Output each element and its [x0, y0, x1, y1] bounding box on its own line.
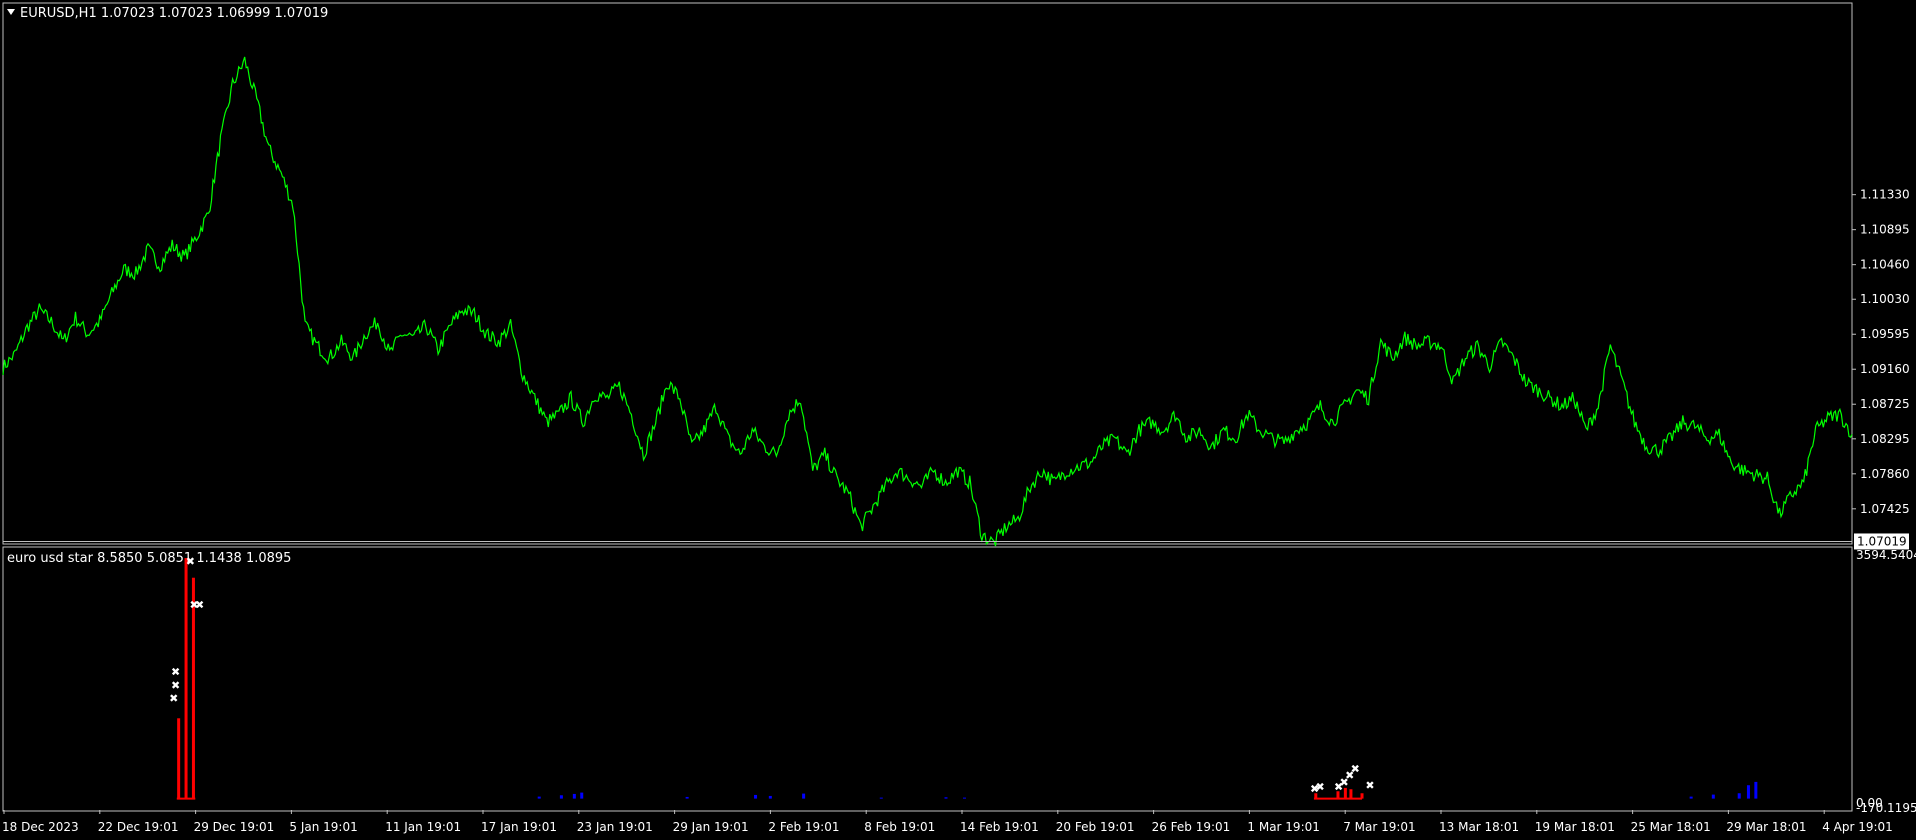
indicator-max-label: 3594.5404	[1856, 548, 1916, 562]
indicator-cross-marker: ✖	[171, 665, 180, 678]
indicator-red-bar	[184, 558, 188, 799]
indicator-panel-title: euro usd star 8.5850 5.0851 1.1438 1.089…	[7, 551, 291, 566]
indicator-min-label: -170.1195	[1856, 801, 1916, 815]
time-axis-label: 29 Mar 18:01	[1726, 820, 1806, 834]
price-axis-label: 1.09595	[1860, 327, 1910, 341]
current-price-label: 1.07019	[1857, 534, 1907, 548]
indicator-blue-bar	[768, 795, 772, 799]
indicator-cross-marker: ✖	[1365, 779, 1374, 792]
chart-background	[0, 0, 1916, 840]
indicator-blue-bar	[580, 792, 584, 799]
time-axis-label: 26 Feb 19:01	[1152, 820, 1231, 834]
indicator-cross-marker: ✖	[186, 555, 195, 568]
indicator-blue-bar	[1746, 785, 1750, 799]
price-axis-label: 1.10030	[1860, 292, 1910, 306]
time-axis-label: 29 Dec 19:01	[194, 820, 275, 834]
time-axis-label: 23 Jan 19:01	[577, 820, 653, 834]
indicator-blue-bar	[962, 797, 966, 799]
time-axis-label: 8 Feb 19:01	[864, 820, 935, 834]
indicator-cross-marker: ✖	[195, 598, 204, 611]
indicator-blue-bar	[1754, 781, 1758, 799]
time-axis-label: 19 Mar 18:01	[1535, 820, 1615, 834]
time-axis-label: 1 Mar 19:01	[1247, 820, 1320, 834]
indicator-blue-bar	[685, 796, 689, 799]
price-axis-label: 1.10460	[1860, 258, 1910, 272]
time-axis-label: 4 Apr 19:01	[1822, 820, 1893, 834]
indicator-blue-bar	[1711, 794, 1715, 799]
time-axis-label: 5 Jan 19:01	[289, 820, 357, 834]
time-axis-label: 7 Mar 19:01	[1343, 820, 1416, 834]
indicator-blue-bar	[754, 794, 758, 799]
price-axis-label: 1.08295	[1860, 432, 1910, 446]
indicator-cross-marker: ✖	[171, 679, 180, 692]
indicator-red-bar	[1349, 789, 1353, 799]
time-axis-label: 11 Jan 19:01	[385, 820, 461, 834]
time-axis-label: 13 Mar 18:01	[1439, 820, 1519, 834]
chart-canvas: EURUSD,H1 1.07023 1.07023 1.06999 1.0701…	[0, 0, 1916, 840]
price-axis-label: 1.10895	[1860, 223, 1910, 237]
time-axis-label: 18 Dec 2023	[2, 820, 79, 834]
time-axis-label: 2 Feb 19:01	[768, 820, 839, 834]
indicator-red-bar	[177, 718, 181, 799]
price-axis-label: 1.08725	[1860, 397, 1910, 411]
indicator-blue-bar	[537, 796, 541, 799]
indicator-red-bar	[1343, 787, 1347, 799]
time-axis-label: 17 Jan 19:01	[481, 820, 557, 834]
time-axis-label: 22 Dec 19:01	[98, 820, 179, 834]
indicator-blue-bar	[1737, 793, 1741, 799]
price-axis-label: 1.09160	[1860, 362, 1910, 376]
price-axis-label: 1.07425	[1860, 502, 1910, 516]
main-panel-title: EURUSD,H1 1.07023 1.07023 1.06999 1.0701…	[20, 6, 328, 21]
indicator-cross-marker: ✖	[169, 692, 178, 705]
indicator-cross-marker: ✖	[1351, 762, 1360, 775]
time-axis-label: 14 Feb 19:01	[960, 820, 1039, 834]
indicator-blue-bar	[559, 795, 563, 799]
price-axis-label: 1.11330	[1860, 188, 1910, 202]
time-axis-label: 25 Mar 18:01	[1631, 820, 1711, 834]
indicator-cross-marker: ✖	[1315, 781, 1324, 794]
indicator-blue-bar	[879, 797, 883, 799]
indicator-blue-bar	[1689, 796, 1693, 799]
indicator-blue-bar	[944, 797, 948, 799]
time-axis-label: 29 Jan 19:01	[673, 820, 749, 834]
time-axis-label: 20 Feb 19:01	[1056, 820, 1135, 834]
indicator-blue-bar	[802, 793, 806, 799]
indicator-blue-bar	[572, 793, 576, 799]
price-axis-label: 1.07860	[1860, 467, 1910, 481]
